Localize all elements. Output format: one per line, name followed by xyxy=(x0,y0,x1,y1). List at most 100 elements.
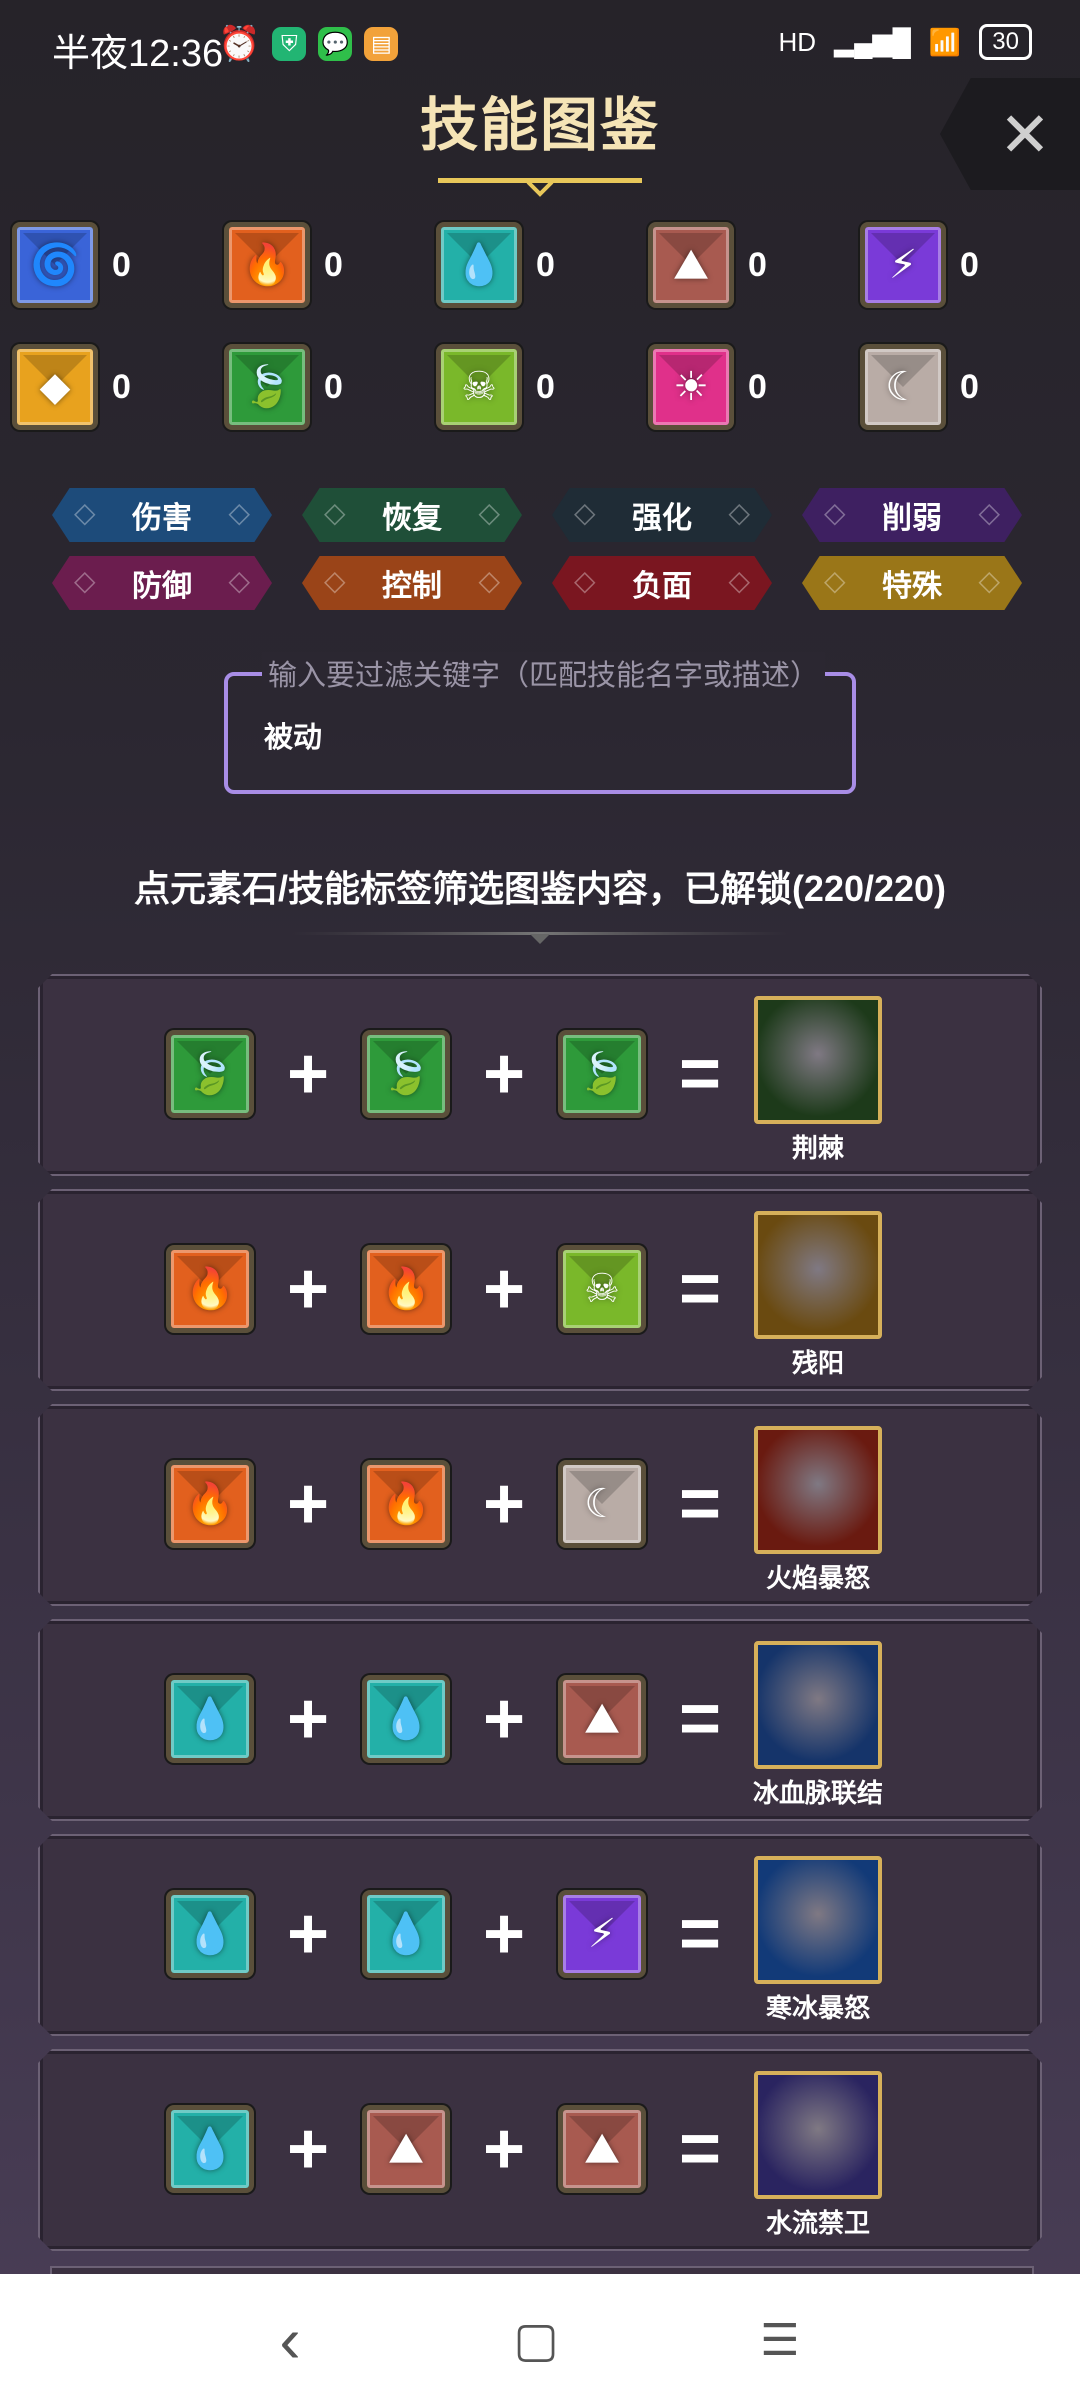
plus-sign: + xyxy=(482,2109,526,2189)
alarm-icon: ⏰ xyxy=(218,25,261,63)
back-icon[interactable]: ‹ xyxy=(260,2304,320,2376)
water-guard-art-icon xyxy=(754,2071,882,2199)
signal-icon: ▂▄▆█ xyxy=(834,26,911,57)
tag-filter-button[interactable]: 伤害 xyxy=(52,488,272,542)
recipe-formula: 💧 + 💧 + ⚡ = xyxy=(166,1890,754,1978)
keyword-filter-placeholder: 输入要过滤关键字（匹配技能名字或描述） xyxy=(262,652,826,694)
recipe-result[interactable]: 冰血脉联结 xyxy=(752,1641,884,1810)
recipe-card[interactable]: 💧 + ⛰ + ⛰ = 水流禁卫 xyxy=(38,2049,1042,2251)
flame-icon: 🔥 xyxy=(166,1460,254,1548)
flame-icon: 🔥 xyxy=(224,222,310,308)
recipe-card[interactable]: 💧 + 💧 + ⚡ = 寒冰暴怒 xyxy=(38,1834,1042,2036)
plus-sign: + xyxy=(286,1679,330,1759)
flame-icon: 🔥 xyxy=(362,1460,450,1548)
leaf-icon: 🍃 xyxy=(558,1030,646,1118)
recipe-formula: 🔥 + 🔥 + ☾ = xyxy=(166,1460,754,1548)
element-stone-earth[interactable]: ⛰ 0 xyxy=(648,222,860,308)
element-stone-fire[interactable]: 🔥 0 xyxy=(224,222,436,308)
plus-sign: + xyxy=(482,1249,526,1329)
element-stone-light[interactable]: ☀ 0 xyxy=(648,344,860,430)
flame-fury-art-icon xyxy=(754,1426,882,1554)
recipe-list: 🍃 + 🍃 + 🍃 = 荆棘 🔥 + 🔥 + ☠ = 残阳 🔥 + 🔥 + ☾ = 火焰暴怒 💧 + 💧 + ⛰ = 冰血脉联结 💧 + 💧… xyxy=(38,974,1042,2264)
recipe-result[interactable]: 火焰暴怒 xyxy=(752,1426,884,1595)
tag-filter-button[interactable]: 负面 xyxy=(552,556,772,610)
leaf-icon-glyph: 🍃 xyxy=(577,1052,627,1096)
flame-icon-glyph: 🔥 xyxy=(185,1482,235,1526)
element-stone-metal[interactable]: ◆ 0 xyxy=(12,344,224,430)
skull-icon-glyph: ☠ xyxy=(461,365,497,409)
element-stone-water[interactable]: 💧 0 xyxy=(436,222,648,308)
tag-filter-button[interactable]: 恢复 xyxy=(302,488,522,542)
skull-icon: ☠ xyxy=(558,1245,646,1333)
rock-icon-glyph: ⛰ xyxy=(585,2127,619,2171)
element-stone-thunder[interactable]: ⚡ 0 xyxy=(860,222,1072,308)
sun-icon: ☀ xyxy=(648,344,734,430)
gold-gem-icon-glyph: ◆ xyxy=(39,365,71,409)
equals-sign: = xyxy=(678,1679,722,1759)
plus-sign: + xyxy=(286,2109,330,2189)
keyword-filter-value[interactable]: 被动 xyxy=(264,714,322,756)
flame-icon: 🔥 xyxy=(166,1245,254,1333)
wifi-icon: 📶 xyxy=(928,26,962,57)
sunset-art-icon xyxy=(754,1211,882,1339)
moon-icon-glyph: ☾ xyxy=(885,365,921,409)
tag-filter-button[interactable]: 控制 xyxy=(302,556,522,610)
moon-icon: ☾ xyxy=(860,344,946,430)
ice-blood-art-icon xyxy=(754,1641,882,1769)
skull-icon: ☠ xyxy=(436,344,522,430)
tag-filter-button[interactable]: 防御 xyxy=(52,556,272,610)
skull-icon-glyph: ☠ xyxy=(584,1267,620,1311)
element-stone-wind[interactable]: 🌀 0 xyxy=(12,222,224,308)
network-label: HD xyxy=(778,26,817,57)
recipe-formula: 💧 + 💧 + ⛰ = xyxy=(166,1675,754,1763)
recipe-card[interactable]: 🔥 + 🔥 + ☾ = 火焰暴怒 xyxy=(38,1404,1042,1606)
lightning-icon-glyph: ⚡ xyxy=(888,243,918,287)
recipe-formula: 🍃 + 🍃 + 🍃 = xyxy=(166,1030,754,1118)
rock-icon: ⛰ xyxy=(558,2105,646,2193)
recipe-card[interactable]: 💧 + 💧 + ⛰ = 冰血脉联结 xyxy=(38,1619,1042,1821)
leaf-icon-glyph: 🍃 xyxy=(242,365,292,409)
recipe-card[interactable]: 🍃 + 🍃 + 🍃 = 荆棘 xyxy=(38,974,1042,1176)
equals-sign: = xyxy=(678,1034,722,1114)
rock-icon: ⛰ xyxy=(362,2105,450,2193)
plus-sign: + xyxy=(286,1249,330,1329)
rock-icon: ⛰ xyxy=(648,222,734,308)
recipe-card[interactable]: 🔥 + 🔥 + ☠ = 残阳 xyxy=(38,1189,1042,1391)
element-stone-wood[interactable]: 🍃 0 xyxy=(224,344,436,430)
skill-tag-filters: 伤害恢复强化削弱防御控制负面特殊 xyxy=(52,488,1032,610)
element-stone-dark[interactable]: ☾ 0 xyxy=(860,344,1072,430)
page-title: 技能图鉴 xyxy=(419,93,660,158)
tag-filter-button[interactable]: 削弱 xyxy=(802,488,1022,542)
equals-sign: = xyxy=(678,1464,722,1544)
lightning-icon: ⚡ xyxy=(860,222,946,308)
flame-icon-glyph: 🔥 xyxy=(242,243,292,287)
recipe-result[interactable]: 荆棘 xyxy=(752,996,884,1165)
element-count: 0 xyxy=(748,367,767,406)
home-icon[interactable]: ▢ xyxy=(506,2310,566,2370)
water-drop-icon: 💧 xyxy=(362,1675,450,1763)
plus-sign: + xyxy=(482,1679,526,1759)
flame-icon-glyph: 🔥 xyxy=(381,1482,431,1526)
leaf-icon: 🍃 xyxy=(362,1030,450,1118)
recipe-result[interactable]: 残阳 xyxy=(752,1211,884,1380)
lightning-icon: ⚡ xyxy=(558,1890,646,1978)
tag-filter-button[interactable]: 特殊 xyxy=(802,556,1022,610)
water-drop-icon: 💧 xyxy=(436,222,522,308)
recipe-result[interactable]: 寒冰暴怒 xyxy=(752,1856,884,2025)
wechat-icon: 💬 xyxy=(318,27,353,61)
system-nav-bar: ‹ ▢ ☰ xyxy=(0,2274,1080,2400)
element-stone-poison[interactable]: ☠ 0 xyxy=(436,344,648,430)
water-drop-icon-glyph: 💧 xyxy=(381,1912,431,1956)
equals-sign: = xyxy=(678,1894,722,1974)
plus-sign: + xyxy=(286,1034,330,1114)
recipe-result[interactable]: 水流禁卫 xyxy=(752,2071,884,2240)
close-icon: ✕ xyxy=(999,100,1051,170)
plus-sign: + xyxy=(482,1034,526,1114)
note-app-icon: ▤ xyxy=(364,27,399,61)
tag-filter-button[interactable]: 强化 xyxy=(552,488,772,542)
menu-icon[interactable]: ☰ xyxy=(750,2310,810,2370)
gold-gem-icon: ◆ xyxy=(12,344,98,430)
leaf-icon-glyph: 🍃 xyxy=(185,1052,235,1096)
water-drop-icon-glyph: 💧 xyxy=(381,1697,431,1741)
rock-icon-glyph: ⛰ xyxy=(389,2127,423,2171)
